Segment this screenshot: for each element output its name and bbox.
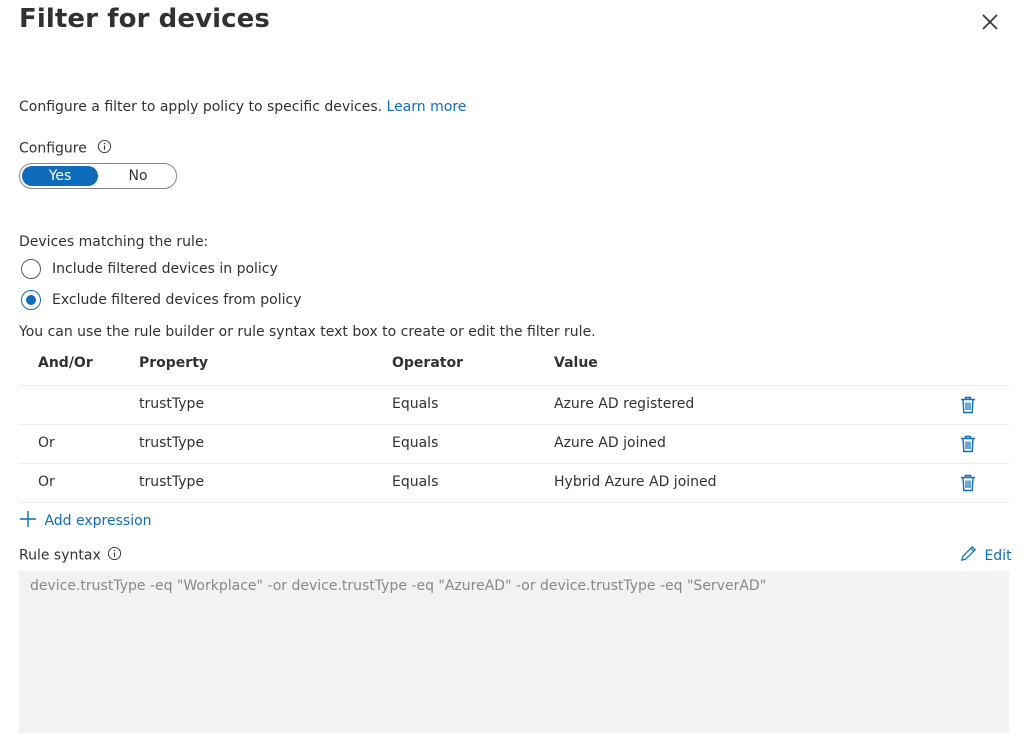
toggle-no[interactable]: No: [100, 166, 176, 186]
trash-icon: [961, 435, 975, 453]
radio-include[interactable]: [21, 259, 41, 279]
rule-syntax-label: Rule syntax: [19, 547, 101, 564]
row3-property[interactable]: trustType: [139, 474, 204, 490]
edit-button[interactable]: Edit: [959, 544, 1012, 564]
plus-icon: [20, 511, 36, 527]
toggle-yes[interactable]: Yes: [22, 166, 98, 186]
learn-more-link[interactable]: Learn more: [387, 99, 467, 115]
row2-operator[interactable]: Equals: [392, 435, 438, 451]
rule-hint: You can use the rule builder or rule syn…: [19, 324, 596, 340]
radio-selected-dot: [26, 295, 36, 305]
radio-include-label[interactable]: Include filtered devices in policy: [52, 261, 278, 277]
row3-andor[interactable]: Or: [38, 474, 55, 490]
rule-syntax-text: device.trustType -eq "Workplace" -or dev…: [30, 578, 767, 594]
col-header-property: Property: [139, 355, 209, 371]
configure-toggle[interactable]: Yes No: [19, 163, 177, 189]
rule-syntax-label-row: Rule syntax: [19, 546, 122, 565]
configure-label: Configure: [19, 140, 87, 157]
add-expression-label[interactable]: Add expression: [44, 513, 151, 529]
divider: [19, 424, 1009, 425]
row2-andor[interactable]: Or: [38, 435, 55, 451]
matching-label: Devices matching the rule:: [19, 234, 209, 250]
add-expression-button[interactable]: Add expression: [19, 510, 152, 529]
close-button[interactable]: [978, 10, 1002, 34]
row1-operator[interactable]: Equals: [392, 396, 438, 412]
row3-value[interactable]: Hybrid Azure AD joined: [554, 474, 717, 490]
divider: [19, 463, 1009, 464]
close-icon: [982, 14, 998, 30]
radio-exclude[interactable]: [21, 290, 41, 310]
row1-value[interactable]: Azure AD registered: [554, 396, 694, 412]
delete-row3-button[interactable]: [958, 473, 978, 493]
radio-exclude-label[interactable]: Exclude filtered devices from policy: [52, 292, 301, 308]
pencil-icon: [961, 545, 977, 561]
delete-row2-button[interactable]: [958, 434, 978, 454]
info-icon[interactable]: [107, 546, 122, 565]
page-title: Filter for devices: [19, 4, 270, 34]
divider: [19, 502, 1009, 503]
trash-icon: [961, 396, 975, 414]
intro-line: Configure a filter to apply policy to sp…: [19, 99, 466, 115]
row3-operator[interactable]: Equals: [392, 474, 438, 490]
info-icon[interactable]: [97, 139, 112, 158]
col-header-andor: And/Or: [38, 355, 93, 371]
col-header-operator: Operator: [392, 355, 463, 371]
configure-label-row: Configure: [19, 139, 112, 158]
row2-value[interactable]: Azure AD joined: [554, 435, 666, 451]
row1-property[interactable]: trustType: [139, 396, 204, 412]
rule-syntax-textbox[interactable]: [19, 571, 1009, 733]
divider: [19, 385, 1009, 386]
col-header-value: Value: [554, 355, 598, 371]
intro-text: Configure a filter to apply policy to sp…: [19, 99, 383, 115]
row2-property[interactable]: trustType: [139, 435, 204, 451]
delete-row1-button[interactable]: [958, 395, 978, 415]
edit-label[interactable]: Edit: [984, 548, 1011, 564]
trash-icon: [961, 474, 975, 492]
